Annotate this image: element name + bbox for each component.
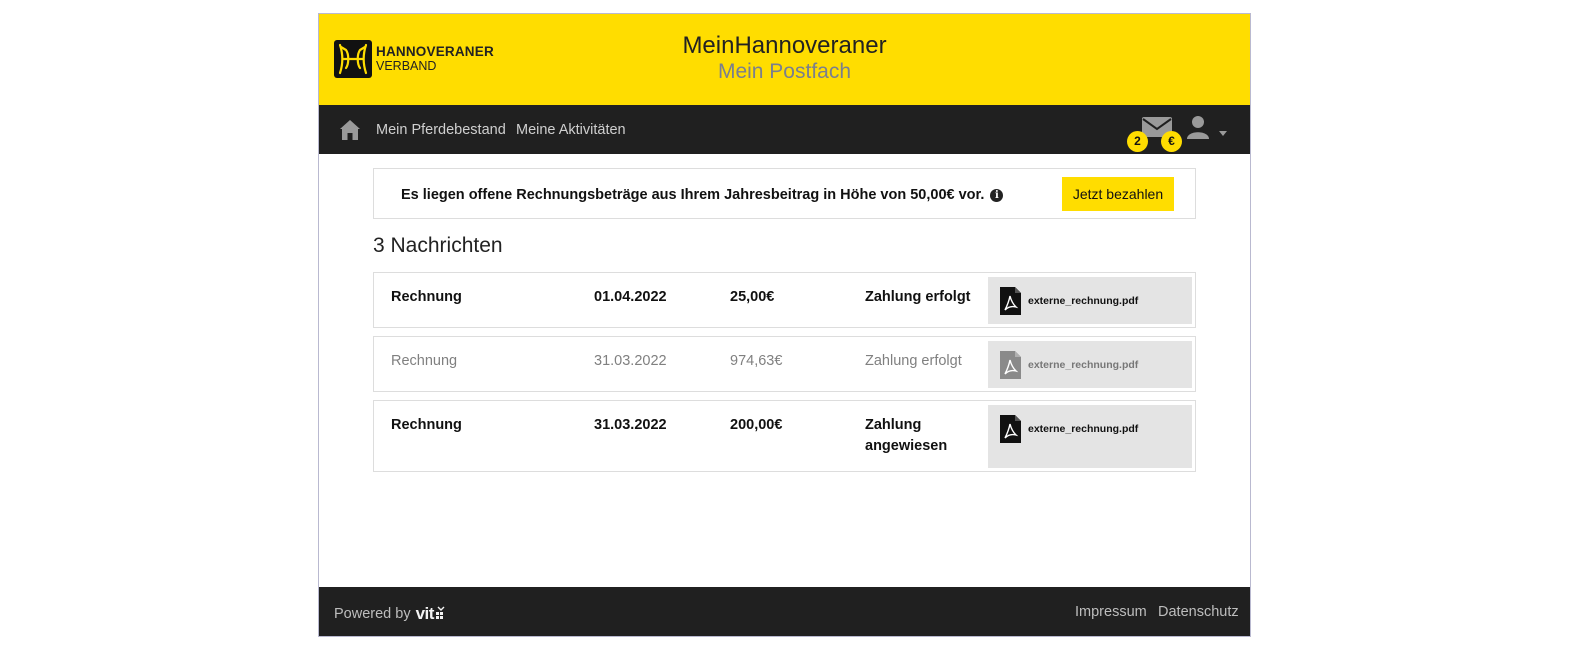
message-amount: 974,63€	[730, 353, 783, 369]
message-amount: 25,00€	[730, 289, 775, 305]
footer-bar: Powered by vit Impressum Datenschutz	[319, 587, 1250, 636]
user-icon	[1187, 116, 1209, 139]
caret-down-icon	[1219, 131, 1227, 136]
mail-count-badge: 2	[1127, 131, 1148, 152]
pdf-file-icon	[1000, 351, 1021, 379]
message-status: Zahlung erfolgt	[865, 353, 962, 369]
vit-logo[interactable]: vit	[416, 604, 435, 624]
pdf-attachment[interactable]: externe_rechnung.pdf	[988, 277, 1192, 324]
pdf-attachment[interactable]: externe_rechnung.pdf	[988, 405, 1192, 468]
home-icon[interactable]	[339, 119, 361, 141]
message-status: Zahlung angewiesen	[865, 417, 948, 454]
message-type: Rechnung	[391, 289, 462, 305]
pdf-file-icon	[1000, 415, 1021, 443]
powered-by-text: Powered by	[334, 606, 411, 622]
message-date: 31.03.2022	[594, 417, 667, 433]
nav-link-pferdebestand[interactable]: Mein Pferdebestand	[376, 122, 506, 138]
pdf-attachment[interactable]: externe_rechnung.pdf	[988, 341, 1192, 388]
main-navbar: Mein Pferdebestand Meine Aktivitäten 2 €	[319, 105, 1250, 154]
pdf-filename: externe_rechnung.pdf	[1028, 359, 1139, 371]
app-window: HANNOVERANER VERBAND MeinHannoveraner Me…	[318, 13, 1251, 637]
message-row[interactable]: Rechnung 01.04.2022 25,00€ Zahlung erfol…	[373, 272, 1196, 328]
header-bar: HANNOVERANER VERBAND MeinHannoveraner Me…	[319, 14, 1250, 105]
message-row[interactable]: Rechnung 31.03.2022 200,00€ Zahlung ange…	[373, 400, 1196, 472]
message-amount: 200,00€	[730, 417, 783, 433]
datenschutz-link[interactable]: Datenschutz	[1158, 604, 1239, 620]
message-row[interactable]: Rechnung 31.03.2022 974,63€ Zahlung erfo…	[373, 336, 1196, 392]
impressum-link[interactable]: Impressum	[1075, 604, 1147, 620]
alert-message: Es liegen offene Rechnungsbeträge aus Ih…	[401, 187, 985, 203]
pay-now-button[interactable]: Jetzt bezahlen	[1062, 177, 1174, 211]
message-date: 31.03.2022	[594, 353, 667, 369]
messages-count-heading: 3 Nachrichten	[373, 234, 503, 257]
powered-by: Powered by vit	[334, 604, 445, 624]
app-title: MeinHannoveraner	[682, 32, 887, 59]
pdf-filename: externe_rechnung.pdf	[1028, 295, 1139, 307]
open-invoice-alert: Es liegen offene Rechnungsbeträge aus Ih…	[373, 168, 1196, 219]
page-subtitle: Mein Postfach	[717, 60, 852, 83]
message-type: Rechnung	[391, 353, 458, 369]
message-date: 01.04.2022	[594, 289, 667, 305]
info-icon[interactable]: i	[990, 188, 1004, 202]
nav-link-aktivitaeten[interactable]: Meine Aktivitäten	[516, 122, 626, 138]
pdf-filename: externe_rechnung.pdf	[1028, 423, 1139, 435]
euro-badge: €	[1161, 131, 1182, 152]
message-type: Rechnung	[391, 417, 462, 433]
message-status: Zahlung erfolgt	[865, 289, 971, 305]
alert-text-wrap: Es liegen offene Rechnungsbeträge aus Ih…	[401, 187, 1004, 203]
pdf-file-icon	[1000, 287, 1021, 315]
user-menu-button[interactable]	[1187, 115, 1231, 143]
vit-logo-mark-icon	[435, 606, 445, 619]
mailbox-button[interactable]: 2 €	[1127, 117, 1182, 152]
